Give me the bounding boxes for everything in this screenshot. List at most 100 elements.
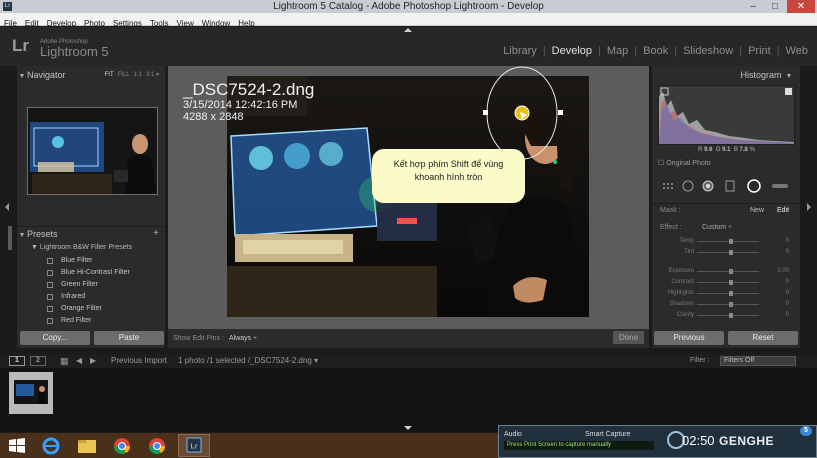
preset-item[interactable]: Red Filter — [25, 315, 165, 327]
slider-value[interactable]: 0 — [786, 247, 789, 258]
slider-value[interactable]: 0 — [786, 299, 789, 310]
slider-value[interactable]: 0 — [786, 277, 789, 288]
develop-tool-strip — [658, 178, 795, 196]
zoom-fill[interactable]: FILL — [114, 72, 130, 78]
preset-item[interactable]: Orange Filter — [25, 303, 165, 315]
slider-shadows[interactable]: Shadows 0 — [652, 299, 801, 310]
mask-edit-button[interactable]: Edit — [777, 206, 789, 216]
filmstrip-selection[interactable]: 1 photo /1 selected /_DSC7524-2.dng ▾ — [178, 354, 318, 368]
module-library[interactable]: Library — [502, 45, 538, 57]
slider-knob[interactable] — [729, 280, 733, 285]
callout-line-1: Kết hợp phím Shift để vùng — [393, 159, 504, 169]
zoom-3-1[interactable]: 3:1 ▾ — [142, 72, 159, 78]
presets-header[interactable]: ▼ Presets + — [17, 226, 165, 240]
slider-knob[interactable] — [729, 269, 733, 274]
copy-button[interactable]: Copy... — [20, 331, 90, 345]
back-arrow-icon[interactable]: ◀ — [76, 354, 82, 368]
slider-temp[interactable]: Temp 0 — [652, 236, 801, 247]
slider-tint[interactable]: Tint 0 — [652, 247, 801, 258]
preset-folder[interactable]: ▼ Lightroom B&W Filter Presets — [31, 243, 132, 253]
filter-label: Filter : — [690, 357, 710, 364]
bottom-panel-toggle-icon[interactable] — [404, 426, 412, 430]
main-screen-button[interactable]: 1 — [9, 356, 25, 366]
second-screen-button[interactable]: 2 — [30, 356, 46, 366]
previous-button[interactable]: Previous — [654, 331, 724, 345]
chrome-canary-icon[interactable] — [141, 434, 173, 457]
maximize-button[interactable]: □ — [764, 0, 786, 13]
slider-clarity[interactable]: Clarity 0 — [652, 310, 801, 321]
slider-value[interactable]: 0 — [786, 288, 789, 299]
navigator-preview[interactable] — [27, 107, 158, 195]
internet-explorer-icon[interactable] — [35, 434, 67, 457]
preset-item[interactable]: Green Filter — [25, 279, 165, 291]
slider-value[interactable]: 0.00 — [777, 266, 789, 277]
module-book[interactable]: Book — [642, 45, 669, 57]
slider-exposure[interactable]: Exposure 0.00 — [652, 266, 801, 277]
slider-knob[interactable] — [729, 291, 733, 296]
module-web[interactable]: Web — [785, 45, 809, 57]
module-develop[interactable]: Develop — [551, 45, 593, 57]
histogram-header[interactable]: Histogram ▼ — [652, 68, 800, 82]
radial-handle-right[interactable] — [558, 110, 563, 115]
original-photo-toggle[interactable]: ☐ Original Photo — [658, 159, 711, 169]
slider-highlights[interactable]: Highlights 0 — [652, 288, 801, 299]
top-panel-toggle-icon[interactable] — [404, 28, 412, 32]
chrome-icon[interactable] — [106, 434, 138, 457]
histogram[interactable] — [658, 85, 795, 145]
paste-button[interactable]: Paste — [94, 331, 164, 345]
preset-label: Blue Hi-Contrast Filter — [61, 269, 130, 276]
zoom-1-1[interactable]: 1:1 — [130, 72, 142, 78]
slider-knob[interactable] — [729, 250, 733, 255]
grid-view-icon[interactable]: ▦ — [60, 354, 69, 368]
right-panel-toggle-icon[interactable] — [807, 203, 811, 211]
recorder-hint: Press Print Screen to capture manually — [504, 441, 654, 450]
slider-track[interactable] — [697, 252, 759, 253]
left-panel-scrollbar[interactable] — [8, 226, 12, 250]
left-panel-toggle-icon[interactable] — [5, 203, 9, 211]
done-button[interactable]: Done — [613, 331, 644, 344]
start-button[interactable] — [1, 434, 33, 457]
slider-value[interactable]: 0 — [786, 236, 789, 247]
zoom-fit[interactable]: FIT — [101, 72, 114, 78]
minimize-button[interactable]: – — [742, 0, 764, 13]
checkbox-icon[interactable]: ☐ — [658, 160, 664, 167]
show-edit-pins-select[interactable]: Always ÷ — [229, 333, 257, 344]
right-panel: Histogram ▼ R 9.6 G 9.1 B 7.8 % ☐ Origin… — [651, 66, 801, 348]
forward-arrow-icon[interactable]: ▶ — [90, 354, 96, 368]
preset-item[interactable]: Blue Filter — [25, 255, 165, 267]
module-slideshow[interactable]: Slideshow — [682, 45, 734, 57]
filter-select[interactable]: Filters Off — [720, 356, 796, 366]
slider-track[interactable] — [697, 315, 759, 316]
preset-item[interactable]: Infrared — [25, 291, 165, 303]
navigator-header[interactable]: ▼ Navigator FIT FILL 1:1 3:1 ▾ — [17, 68, 165, 82]
slider-knob[interactable] — [729, 302, 733, 307]
slider-track[interactable] — [697, 282, 759, 283]
file-explorer-icon[interactable] — [71, 434, 103, 457]
lightroom-taskbar-icon[interactable]: Lr — [178, 434, 210, 457]
slider-track[interactable] — [697, 271, 759, 272]
crop-overlay-icon — [682, 180, 694, 192]
slider-track[interactable] — [697, 293, 759, 294]
slider-knob[interactable] — [729, 313, 733, 318]
filmstrip-thumbnail[interactable] — [9, 372, 53, 414]
window-title: Lightroom 5 Catalog - Adobe Photoshop Li… — [273, 1, 544, 12]
mask-new-button[interactable]: New — [750, 206, 764, 216]
module-print[interactable]: Print — [747, 45, 772, 57]
effect-select[interactable]: Custom ÷ — [702, 222, 732, 234]
slider-knob[interactable] — [729, 239, 733, 244]
slider-track[interactable] — [697, 304, 759, 305]
filmstrip-source[interactable]: Previous Import — [111, 354, 167, 368]
recorder-smart-capture[interactable]: Smart Capture — [585, 430, 631, 439]
module-map[interactable]: Map — [606, 45, 629, 57]
add-preset-icon[interactable]: + — [153, 227, 159, 241]
slider-track[interactable] — [697, 241, 759, 242]
close-button[interactable]: ✕ — [787, 0, 815, 13]
radial-handle-left[interactable] — [483, 110, 488, 115]
highlight-clipping-icon[interactable] — [785, 88, 792, 95]
slider-value[interactable]: 0 — [786, 310, 789, 321]
preset-item[interactable]: Blue Hi-Contrast Filter — [25, 267, 165, 279]
lightroom-logo: Lr — [12, 36, 29, 55]
recorder-audio-label[interactable]: Audio — [504, 430, 522, 439]
slider-contrast[interactable]: Contrast 0 — [652, 277, 801, 288]
reset-button[interactable]: Reset — [728, 331, 798, 345]
